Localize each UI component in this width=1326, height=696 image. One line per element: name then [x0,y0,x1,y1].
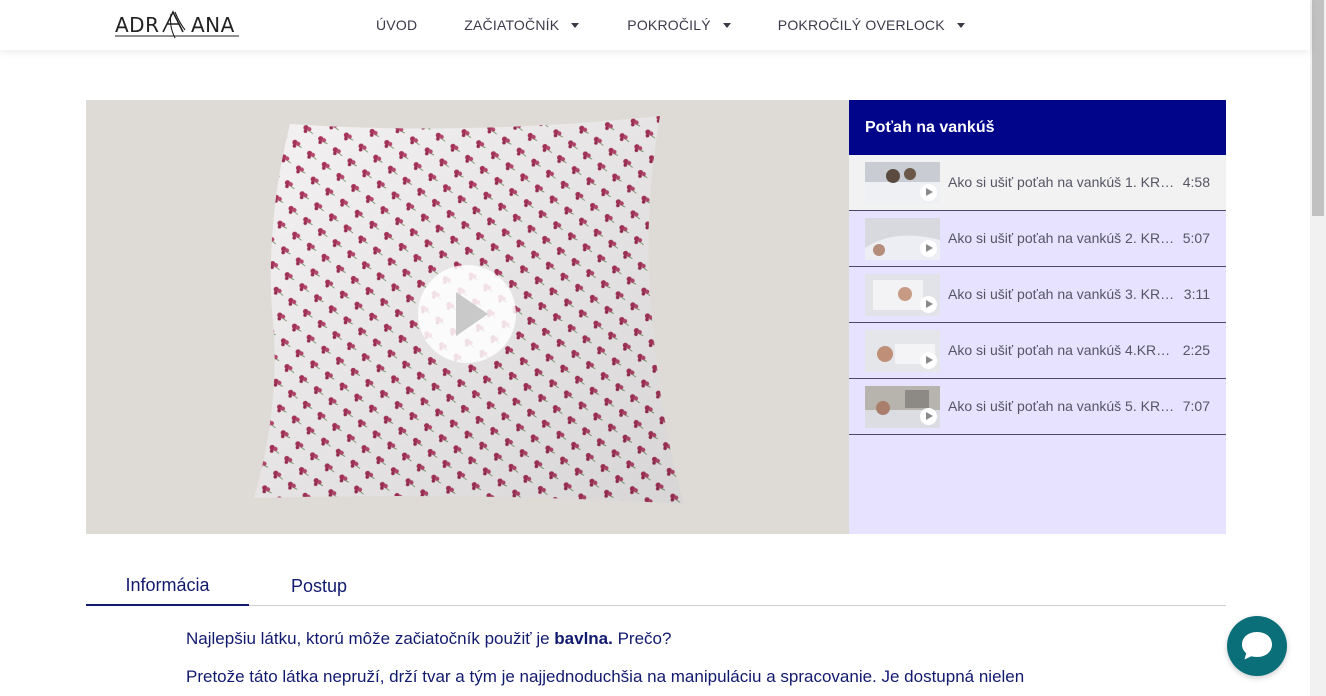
nav-item-label: POKROČILÝ OVERLOCK [777,17,945,33]
nav-item-zaciatocnik[interactable]: ZAČIATOČNÍK [464,17,580,33]
video-thumbnail [865,330,940,372]
adriana-logo-icon: ADR ANA [115,10,239,39]
content-paragraph: Najlepšiu látku, ktorú môže začiatočník … [186,628,1126,650]
video-playlist: Poťah na vankúš Ako si ušiť poťah na van… [849,100,1226,534]
playlist-item[interactable]: Ako si ušiť poťah na vankúš 5. KROK 7:07 [849,379,1226,435]
play-icon [920,240,937,257]
nav-item-label: ÚVOD [376,17,418,33]
nav-item-label: ZAČIATOČNÍK [464,17,560,33]
tab-label: Postup [290,575,348,596]
playlist-item-duration: 5:07 [1182,230,1210,246]
play-icon [920,352,937,369]
playlist-item[interactable]: Ako si ušiť poťah na vankúš 1. KROK 4:58 [849,155,1226,211]
playlist-item-duration: 3:11 [1183,286,1210,302]
video-thumbnail [865,218,940,260]
logo[interactable]: ADR ANA [113,8,243,42]
playlist-item-title: Ako si ušiť poťah na vankúš 5. KROK [948,398,1176,414]
playlist-item-title: Ako si ušiť poťah na vankúš 4.KROK [948,342,1176,358]
play-icon [920,296,937,313]
tab-label: Informácia [125,574,210,595]
playlist-item-title: Ako si ušiť poťah na vankúš 1. KROK [948,174,1176,190]
tab-content: Najlepšiu látku, ktorú môže začiatočník … [186,628,1126,696]
video-thumbnail [865,274,940,316]
nav-item-pokrocily-overlock[interactable]: POKROČILÝ OVERLOCK [778,17,965,33]
main-nav: ÚVOD ZAČIATOČNÍK POKROČILÝ POKROČILÝ OVE… [376,0,965,50]
play-icon [920,184,937,201]
paragraph-text: Prečo? [612,629,672,648]
play-button[interactable] [418,265,516,363]
playlist-item-title: Ako si ušiť poťah na vankúš 3. KROK [948,286,1176,302]
caret-down-icon [956,23,965,28]
bold-text: bavlna. [554,629,613,648]
tab-postup[interactable]: Postup [249,566,389,606]
chat-bubble-icon [1242,632,1272,660]
paragraph-text: Najlepšiu látku, ktorú môže začiatočník … [186,629,555,648]
scrollbar-thumb[interactable] [1312,0,1324,216]
playlist-item-duration: 7:07 [1182,398,1210,414]
svg-text:ANA: ANA [191,13,235,37]
playlist-item[interactable]: Ako si ušiť poťah na vankúš 2. KROK 5:07 [849,211,1226,267]
nav-item-label: POKROČILÝ [627,17,711,33]
video-thumbnail [865,386,940,428]
playlist-item-duration: 4:58 [1182,174,1210,190]
playlist-item-duration: 2:25 [1182,342,1210,358]
tab-informacia[interactable]: Informácia [86,566,249,606]
playlist-item[interactable]: Ako si ušiť poťah na vankúš 4.KROK 2:25 [849,323,1226,379]
playlist-title: Poťah na vankúš [849,100,1226,155]
nav-item-uvod[interactable]: ÚVOD [376,17,417,33]
site-header: ADR ANA ÚVOD ZAČIATOČNÍK POKROČILÝ POKRO… [0,0,1310,50]
content-paragraph: Pretože táto látka nepruží, drží tvar a … [186,667,1025,686]
caret-down-icon [571,23,580,28]
content-tabs: Informácia Postup [86,566,1226,606]
page-scrollbar[interactable] [1310,0,1326,696]
chat-button[interactable] [1227,616,1287,676]
play-icon [920,408,937,425]
nav-item-pokrocily[interactable]: POKROČILÝ [627,17,731,33]
svg-text:ADR: ADR [115,13,159,37]
playlist-item-title: Ako si ušiť poťah na vankúš 2. KROK [948,230,1176,246]
playlist-item[interactable]: Ako si ušiť poťah na vankúš 3. KROK 3:11 [849,267,1226,323]
video-player[interactable] [86,100,849,534]
caret-down-icon [722,23,731,28]
video-thumbnail [865,162,940,204]
